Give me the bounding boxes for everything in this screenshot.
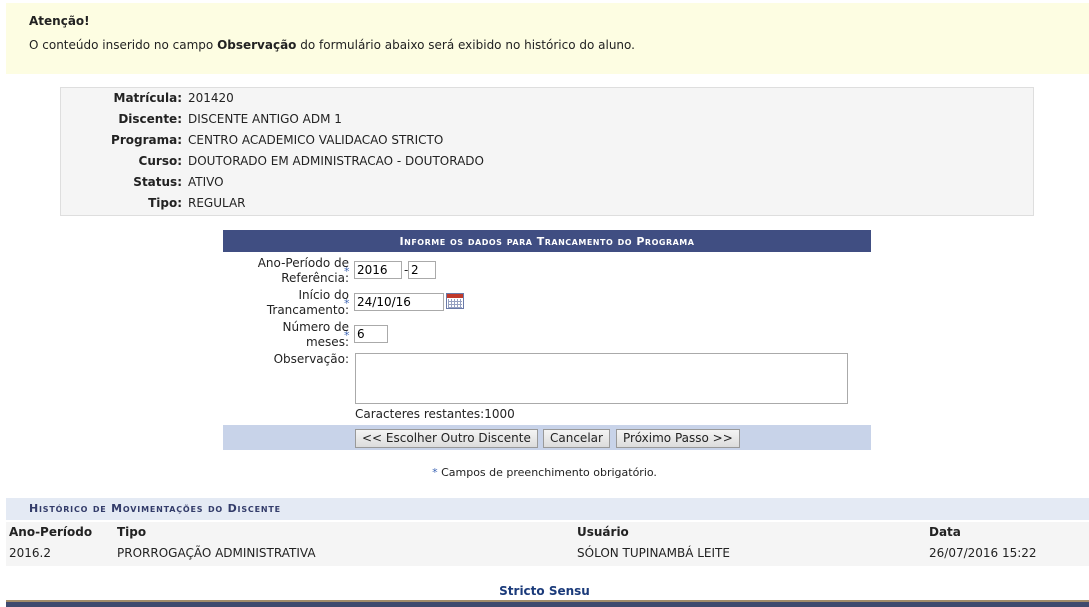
ano-periodo-label: Ano-Período de Referência: (258, 256, 349, 286)
ano-label-line2: Referência: (281, 271, 349, 285)
meses-label-line2: meses: (305, 335, 349, 349)
info-value: CENTRO ACADEMICO VALIDACAO STRICTO (188, 133, 444, 147)
inicio-label: Início do Trancamento: (267, 288, 349, 318)
inicio-date-input[interactable] (354, 293, 444, 311)
table-row: 2016.2 PRORROGAÇÃO ADMINISTRATIVA SÓLON … (6, 542, 1089, 566)
student-info: Matrícula: 201420 Discente: DISCENTE ANT… (60, 87, 1034, 216)
info-label: Discente: (118, 112, 182, 126)
alert-msg-bold: Observação (217, 38, 297, 52)
alert-message: O conteúdo inserido no campo Observação … (29, 38, 635, 52)
cell-usuario: SÓLON TUPINAMBÁ LEITE (577, 546, 730, 560)
bottom-strip (6, 600, 1089, 607)
info-value: 201420 (188, 91, 234, 105)
info-label: Matrícula: (113, 91, 182, 105)
info-row-status: Status: ATIVO (61, 175, 1033, 195)
history-caption-text: Histórico de Movimentações do Discente (29, 502, 281, 515)
ano-label-line1: Ano-Período de (257, 256, 349, 270)
inicio-label-line1: Início do (298, 288, 349, 302)
remaining-chars: Caracteres restantes:1000 (355, 407, 515, 421)
info-row-programa: Programa: CENTRO ACADEMICO VALIDACAO STR… (61, 133, 1033, 153)
header-usuario: Usuário (577, 525, 629, 539)
required-star-icon: * (344, 329, 350, 342)
remaining-label: Caracteres restantes: (355, 407, 485, 421)
calendar-icon[interactable] (446, 293, 464, 309)
alert-title: Atenção! (29, 14, 90, 28)
history-caption: Histórico de Movimentações do Discente (6, 498, 1089, 520)
trancamento-form: Informe os dados para Trancamento do Pro… (223, 230, 871, 450)
alert-msg-before: O conteúdo inserido no campo (29, 38, 218, 52)
next-step-button[interactable]: Próximo Passo >> (616, 429, 740, 448)
cancel-button[interactable]: Cancelar (543, 429, 610, 448)
history-header: Ano-Período Tipo Usuário Data (6, 522, 1089, 542)
remaining-count: 1000 (484, 407, 515, 421)
meses-label: Número de meses: (283, 320, 349, 350)
required-star-icon: * (344, 297, 350, 310)
required-star-icon: * (344, 265, 350, 278)
choose-other-student-button[interactable]: << Escolher Outro Discente (355, 429, 538, 448)
info-label: Programa: (111, 133, 182, 147)
info-row-matricula: Matrícula: 201420 (61, 91, 1033, 111)
header-ano-periodo: Ano-Período (9, 525, 93, 539)
periodo-input[interactable] (408, 261, 436, 279)
ano-input[interactable] (354, 261, 402, 279)
alert-box: Atenção! O conteúdo inserido no campo Ob… (6, 3, 1089, 74)
info-value: DOUTORADO EM ADMINISTRACAO - DOUTORADO (188, 154, 484, 168)
cell-data: 26/07/2016 15:22 (929, 546, 1037, 560)
alert-msg-after: do formulário abaixo será exibido no his… (296, 38, 635, 52)
info-value: REGULAR (188, 196, 246, 210)
info-row-curso: Curso: DOUTORADO EM ADMINISTRACAO - DOUT… (61, 154, 1033, 174)
info-label: Status: (133, 175, 182, 189)
cell-tipo: PRORROGAÇÃO ADMINISTRATIVA (117, 546, 316, 560)
mandatory-note: * Campos de preenchimento obrigatório. (0, 466, 1089, 479)
form-caption: Informe os dados para Trancamento do Pro… (223, 230, 871, 252)
info-row-discente: Discente: DISCENTE ANTIGO ADM 1 (61, 112, 1033, 132)
info-label: Curso: (138, 154, 182, 168)
info-row-tipo: Tipo: REGULAR (61, 196, 1033, 216)
cell-ano-periodo: 2016.2 (9, 546, 51, 560)
header-tipo: Tipo (117, 525, 147, 539)
info-label: Tipo: (148, 196, 182, 210)
mandatory-text: Campos de preenchimento obrigatório. (437, 466, 657, 479)
inicio-label-line2: Trancamento: (266, 303, 349, 317)
info-value: ATIVO (188, 175, 224, 189)
observacao-textarea[interactable] (355, 353, 848, 404)
form-button-bar: << Escolher Outro Discente Cancelar Próx… (223, 425, 871, 450)
observacao-label: Observação: (273, 352, 349, 366)
meses-label-line1: Número de (282, 320, 349, 334)
meses-input[interactable] (354, 325, 388, 343)
info-value: DISCENTE ANTIGO ADM 1 (188, 112, 342, 126)
footer-link[interactable]: Stricto Sensu (0, 584, 1089, 598)
header-data: Data (929, 525, 961, 539)
